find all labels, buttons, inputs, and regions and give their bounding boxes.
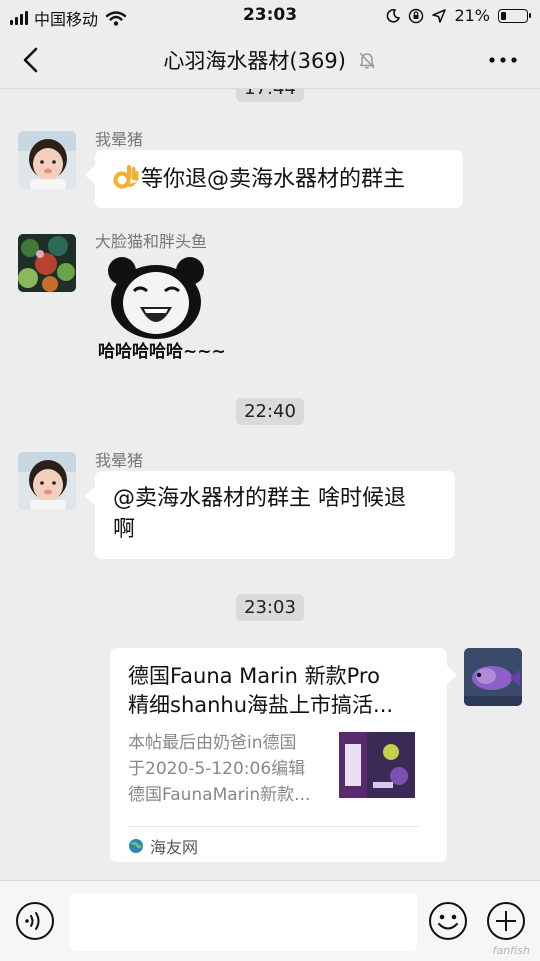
- sender-name: 我晕猪: [95, 130, 144, 149]
- location-icon: [432, 8, 447, 23]
- avatar-image-fish: [464, 648, 522, 706]
- my-avatar[interactable]: [464, 648, 522, 706]
- message-text-line: @卖海水器材的群主 啥时候退: [113, 486, 406, 511]
- lock-rotation-icon: [409, 8, 424, 23]
- card-title-line: 精细shanhu海盐上市搞活...: [128, 693, 394, 717]
- ok-hand-emoji: [113, 165, 139, 189]
- card-desc-line: 本帖最后由奶爸in德国: [128, 733, 297, 753]
- avatar-image-child: [18, 452, 76, 510]
- timestamp: 17:44: [0, 89, 540, 102]
- chat-header: 心羽海水器材(369): [0, 32, 540, 88]
- chat-title: 心羽海水器材(369): [163, 49, 346, 73]
- battery-icon: [498, 8, 531, 23]
- avatar[interactable]: [18, 131, 76, 189]
- message-bubble[interactable]: 等你退@卖海水器材的群主: [95, 150, 463, 208]
- timestamp: 22:40: [0, 398, 540, 425]
- card-thumbnail: [339, 732, 415, 798]
- sender-name: 大脸猫和胖头鱼: [95, 232, 208, 251]
- message-input[interactable]: [70, 893, 417, 951]
- panda-sticker[interactable]: [104, 255, 209, 340]
- avatar-image-reef: [18, 234, 76, 292]
- avatar[interactable]: [18, 234, 76, 292]
- salt-package-thumbnail: [339, 732, 415, 798]
- watermark: fanfish: [492, 944, 530, 957]
- mute-bell-icon: [359, 52, 375, 69]
- link-card[interactable]: 德国Fauna Marin 新款Pro 精细shanhu海盐上市搞活... 本帖…: [110, 648, 447, 862]
- sticker-caption: 哈哈哈哈哈~~~: [98, 342, 226, 362]
- status-right: 21%: [386, 6, 531, 25]
- emoji-icon[interactable]: [428, 901, 468, 941]
- card-desc-line: 于2020-5-120:06编辑: [128, 759, 306, 779]
- message-text-line: 啊: [113, 517, 136, 542]
- battery-level: [501, 11, 506, 20]
- plus-icon[interactable]: [486, 901, 526, 941]
- more-icon[interactable]: [488, 50, 518, 70]
- input-bar: fanfish: [0, 880, 540, 961]
- status-bar: 中国移动 23:03 21%: [0, 0, 540, 32]
- timestamp: 23:03: [0, 594, 540, 621]
- avatar[interactable]: [18, 452, 76, 510]
- panda-sticker-image: [108, 257, 204, 339]
- battery-percent: 21%: [454, 6, 490, 25]
- card-title-line: 德国Fauna Marin 新款Pro: [128, 664, 380, 688]
- chat-title-wrap: 心羽海水器材(369): [0, 45, 540, 75]
- card-desc-line: 德国FaunaMarin新款...: [128, 785, 311, 805]
- card-divider: [128, 826, 419, 827]
- avatar-image-child: [18, 131, 76, 189]
- sender-name: 我晕猪: [95, 451, 144, 470]
- card-source: 海友网: [128, 834, 198, 858]
- globe-icon: [129, 839, 143, 853]
- message-bubble[interactable]: @卖海水器材的群主 啥时候退 啊: [95, 471, 455, 559]
- voice-icon[interactable]: [15, 901, 55, 941]
- chat-area[interactable]: 17:44 我晕猪 等你退@卖海水器材的群主: [0, 89, 540, 880]
- card-source-name: 海友网: [150, 838, 199, 857]
- moon-icon: [387, 8, 401, 23]
- card-description: 本帖最后由奶爸in德国 于2020-5-120:06编辑 德国FaunaMari…: [128, 730, 333, 808]
- message-text: 等你退@卖海水器材的群主: [141, 167, 406, 192]
